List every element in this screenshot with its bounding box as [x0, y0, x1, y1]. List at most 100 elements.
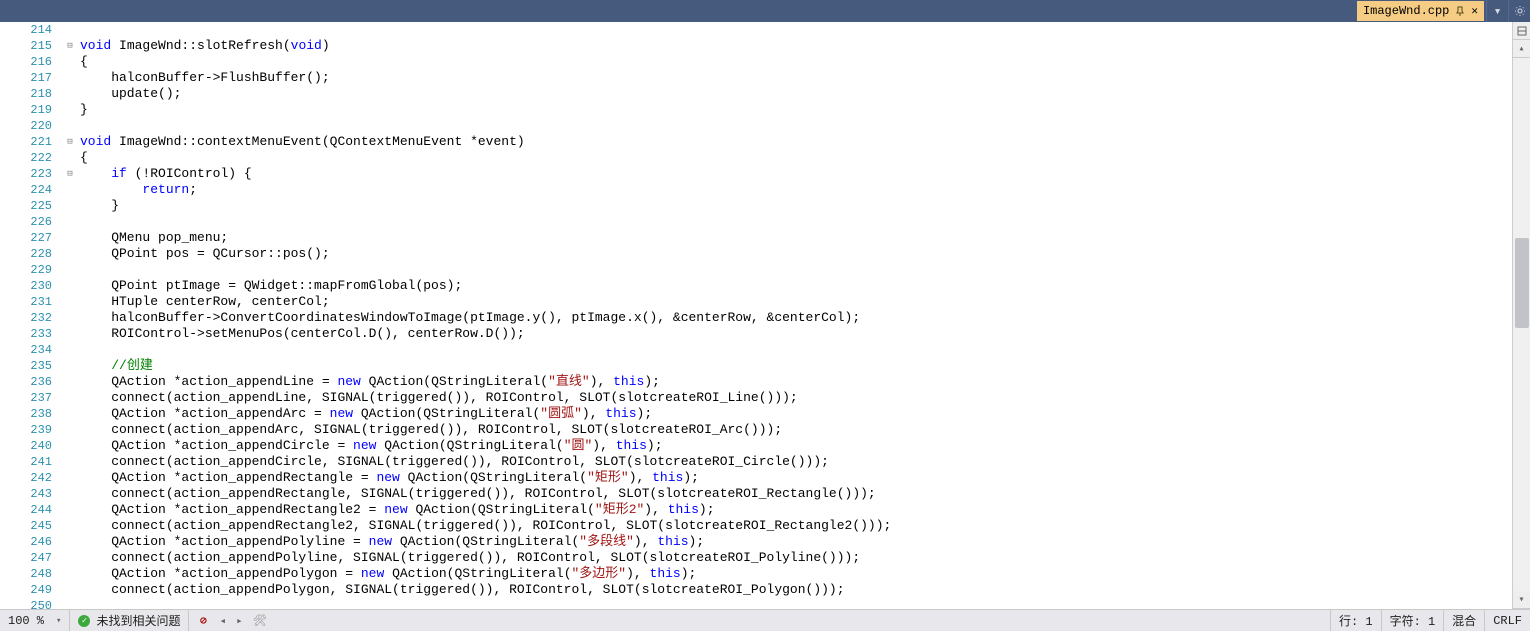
code-line[interactable] — [80, 598, 1512, 609]
line-number: 220 — [0, 118, 52, 134]
line-number: 243 — [0, 486, 52, 502]
code-line[interactable]: return; — [80, 182, 1512, 198]
code-line[interactable]: connect(action_appendPolygon, SIGNAL(tri… — [80, 582, 1512, 598]
code-line[interactable]: halconBuffer->ConvertCoordinatesWindowTo… — [80, 310, 1512, 326]
code-line[interactable]: QAction *action_appendRectangle = new QA… — [80, 470, 1512, 486]
line-number: 219 — [0, 102, 52, 118]
code-line[interactable]: QAction *action_appendRectangle2 = new Q… — [80, 502, 1512, 518]
code-line[interactable]: connect(action_appendRectangle, SIGNAL(t… — [80, 486, 1512, 502]
fold-toggle[interactable]: ⊟ — [60, 134, 80, 150]
fold-toggle — [60, 550, 80, 566]
fold-toggle — [60, 454, 80, 470]
line-number: 237 — [0, 390, 52, 406]
split-window-icon[interactable] — [1513, 22, 1530, 40]
status-zoom[interactable]: 100 % ▾ — [0, 610, 70, 631]
code-line[interactable]: QAction *action_appendCircle = new QActi… — [80, 438, 1512, 454]
code-line[interactable]: halconBuffer->FlushBuffer(); — [80, 70, 1512, 86]
scroll-down-icon[interactable]: ▾ — [1513, 591, 1530, 609]
fold-toggle — [60, 342, 80, 358]
line-number: 235 — [0, 358, 52, 374]
code-line[interactable]: } — [80, 102, 1512, 118]
fold-toggle — [60, 214, 80, 230]
code-line[interactable] — [80, 214, 1512, 230]
fold-toggle — [60, 262, 80, 278]
code-line[interactable]: ROIControl->setMenuPos(centerCol.D(), ce… — [80, 326, 1512, 342]
code-line[interactable]: { — [80, 150, 1512, 166]
status-issues[interactable]: ✓ 未找到相关问题 — [70, 610, 189, 631]
active-tab[interactable]: ImageWnd.cpp ✕ — [1357, 1, 1484, 21]
code-line[interactable]: HTuple centerRow, centerCol; — [80, 294, 1512, 310]
issues-text: 未找到相关问题 — [96, 612, 180, 629]
wrench-icon[interactable]: 🛠 — [253, 614, 267, 628]
status-line[interactable]: 行: 1 — [1330, 610, 1381, 631]
zoom-label: 100 % — [8, 614, 50, 628]
code-line[interactable]: QAction *action_appendPolygon = new QAct… — [80, 566, 1512, 582]
code-line[interactable] — [80, 118, 1512, 134]
nav-left-icon[interactable]: ◂ — [219, 614, 226, 628]
code-line[interactable]: } — [80, 198, 1512, 214]
line-number: 233 — [0, 326, 52, 342]
code-line[interactable]: connect(action_appendRectangle2, SIGNAL(… — [80, 518, 1512, 534]
code-line[interactable]: void ImageWnd::contextMenuEvent(QContext… — [80, 134, 1512, 150]
fold-toggle — [60, 470, 80, 486]
vertical-scrollbar[interactable] — [1513, 58, 1530, 591]
line-number: 218 — [0, 86, 52, 102]
fold-toggle — [60, 310, 80, 326]
code-editor[interactable]: void ImageWnd::slotRefresh(void){ halcon… — [80, 22, 1512, 609]
fold-toggle — [60, 406, 80, 422]
scroll-up-icon[interactable]: ▴ — [1513, 40, 1530, 58]
code-line[interactable]: QAction *action_appendLine = new QAction… — [80, 374, 1512, 390]
line-number: 244 — [0, 502, 52, 518]
title-bar: ImageWnd.cpp ✕ ▾ — [0, 0, 1530, 22]
tab-filename: ImageWnd.cpp — [1363, 4, 1449, 18]
status-indent[interactable]: 混合 — [1443, 610, 1484, 631]
code-line[interactable]: connect(action_appendPolyline, SIGNAL(tr… — [80, 550, 1512, 566]
code-line[interactable] — [80, 262, 1512, 278]
line-number: 223 — [0, 166, 52, 182]
chevron-down-icon[interactable]: ▾ — [56, 616, 61, 626]
code-line[interactable]: QAction *action_appendPolyline = new QAc… — [80, 534, 1512, 550]
line-number: 234 — [0, 342, 52, 358]
fold-toggle — [60, 582, 80, 598]
status-char[interactable]: 字符: 1 — [1381, 610, 1444, 631]
code-line[interactable]: QMenu pop_menu; — [80, 230, 1512, 246]
code-line[interactable]: if (!ROIControl) { — [80, 166, 1512, 182]
fold-toggle — [60, 118, 80, 134]
line-number: 225 — [0, 198, 52, 214]
outline-column: ⊟ ⊟ ⊟ — [60, 22, 80, 609]
line-number: 224 — [0, 182, 52, 198]
line-number-gutter: 2142152162172182192202212222232242252262… — [0, 22, 60, 609]
line-number: 245 — [0, 518, 52, 534]
code-line[interactable]: connect(action_appendCircle, SIGNAL(trig… — [80, 454, 1512, 470]
code-line[interactable] — [80, 22, 1512, 38]
fold-toggle[interactable]: ⊟ — [60, 38, 80, 54]
code-line[interactable]: //创建 — [80, 358, 1512, 374]
code-line[interactable]: connect(action_appendArc, SIGNAL(trigger… — [80, 422, 1512, 438]
status-errors[interactable]: ⊘ ◂ ▸ 🛠 — [189, 610, 274, 631]
code-line[interactable]: QAction *action_appendArc = new QAction(… — [80, 406, 1512, 422]
code-line[interactable]: QPoint ptImage = QWidget::mapFromGlobal(… — [80, 278, 1512, 294]
fold-toggle — [60, 278, 80, 294]
window-dropdown-icon[interactable]: ▾ — [1486, 0, 1508, 22]
pin-icon[interactable] — [1455, 6, 1465, 16]
code-line[interactable]: QPoint pos = QCursor::pos(); — [80, 246, 1512, 262]
fold-toggle[interactable]: ⊟ — [60, 166, 80, 182]
code-line[interactable]: void ImageWnd::slotRefresh(void) — [80, 38, 1512, 54]
fold-toggle — [60, 246, 80, 262]
line-number: 216 — [0, 54, 52, 70]
code-line[interactable]: { — [80, 54, 1512, 70]
code-line[interactable]: connect(action_appendLine, SIGNAL(trigge… — [80, 390, 1512, 406]
fold-toggle — [60, 390, 80, 406]
code-line[interactable] — [80, 342, 1512, 358]
nav-right-icon[interactable]: ▸ — [236, 614, 243, 628]
scrollbar-thumb[interactable] — [1515, 238, 1529, 328]
line-number: 241 — [0, 454, 52, 470]
line-number: 215 — [0, 38, 52, 54]
close-icon[interactable]: ✕ — [1471, 4, 1478, 18]
code-line[interactable]: update(); — [80, 86, 1512, 102]
fold-toggle — [60, 422, 80, 438]
fold-toggle — [60, 198, 80, 214]
gear-icon[interactable] — [1508, 0, 1530, 22]
status-eol[interactable]: CRLF — [1484, 610, 1530, 631]
line-number: 240 — [0, 438, 52, 454]
